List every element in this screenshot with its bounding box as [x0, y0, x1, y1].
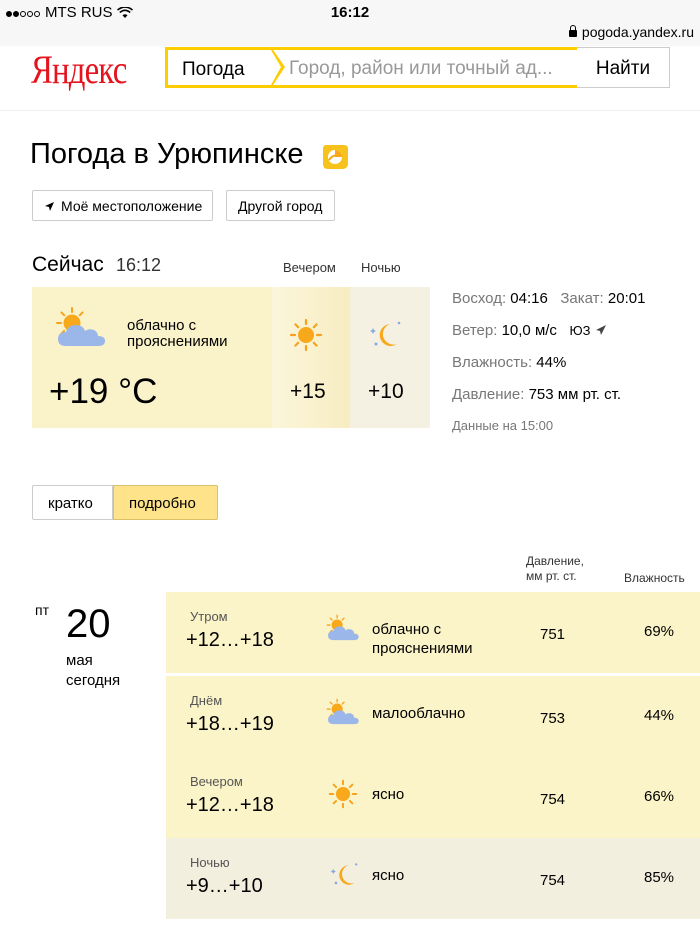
evening-card — [272, 287, 350, 428]
sun-icon — [289, 318, 323, 352]
search-service-tab[interactable]: Погода — [165, 47, 285, 88]
wind-info: Ветер: 10,0 м/с ЮЗ — [452, 322, 607, 339]
evening-temperature: +15 — [290, 380, 326, 403]
row-part-of-day: Днём — [190, 693, 223, 708]
forecast-row-morning: Утром +12…+18 облачно с прояснениями 751… — [166, 592, 700, 673]
header-divider — [0, 110, 700, 111]
wind-label: Ветер: — [452, 322, 498, 339]
forecast-row-day: Днём +18…+19 малооблачно 753 44% — [166, 676, 700, 757]
night-card — [350, 287, 430, 428]
other-city-button[interactable]: Другой город — [226, 190, 335, 221]
status-bar: MTS RUS 16:12 pogoda.yandex.ru — [0, 0, 700, 46]
row-humidity: 85% — [644, 869, 675, 886]
row-condition: облачно с прояснениями — [372, 621, 473, 657]
data-timestamp: Данные на 15:00 — [452, 418, 554, 433]
row-humidity: 66% — [644, 788, 675, 805]
pressure-header-line2: мм рт. ст. — [526, 569, 577, 583]
sunset-label: Закат: — [560, 290, 604, 307]
sunrise-label: Восход: — [452, 290, 507, 307]
address-bar[interactable]: pogoda.yandex.ru — [568, 24, 694, 40]
day-relative: сегодня — [66, 672, 121, 689]
view-detailed-button[interactable]: подробно — [113, 485, 218, 520]
moon-icon — [324, 860, 362, 890]
pressure-label: Давление: — [452, 386, 525, 403]
row-temperature: +9…+10 — [186, 875, 263, 897]
day-date: 20 — [66, 602, 111, 646]
forecast-row-evening: Вечером +12…+18 ясно 754 66% — [166, 757, 700, 838]
row-temperature: +12…+18 — [186, 629, 274, 651]
partly-cloudy-icon — [324, 698, 362, 728]
wind-direction-icon — [595, 325, 606, 335]
row-humidity: 69% — [644, 623, 675, 640]
sunset-value: 20:01 — [607, 290, 646, 307]
current-temperature: +19 °C — [49, 372, 158, 411]
sunrise-value: 04:16 — [510, 290, 548, 307]
row-condition: ясно — [372, 786, 405, 803]
humidity-column-header: Влажность — [624, 571, 685, 585]
pressure-header-line1: Давление, — [526, 554, 584, 568]
sun-icon — [324, 779, 362, 809]
row-pressure: 753 — [540, 710, 566, 727]
clock: 16:12 — [330, 4, 370, 21]
now-time: 16:12 — [116, 255, 162, 275]
search-button[interactable]: Найти — [577, 47, 670, 88]
search-input[interactable]: Город, район или точный ад... — [271, 47, 577, 88]
forecast-row-night: Ночью +9…+10 ясно 754 85% — [166, 838, 700, 919]
now-label: Сейчас — [32, 253, 104, 276]
moon-icon — [365, 318, 403, 352]
row-part-of-day: Вечером — [190, 774, 243, 789]
pressure-value: 753 мм рт. ст. — [528, 386, 621, 403]
month-name: мая — [66, 652, 93, 669]
row-temperature: +12…+18 — [186, 794, 274, 816]
wind-direction: ЮЗ — [569, 323, 591, 338]
yandex-logo[interactable]: Яндекс — [31, 46, 127, 93]
row-pressure: 754 — [540, 872, 566, 889]
view-short-button[interactable]: кратко — [32, 485, 113, 520]
partly-cloudy-icon — [324, 614, 362, 644]
page-title: Погода в Урюпинске — [30, 138, 304, 170]
my-location-label: Моё местоположение — [61, 198, 203, 214]
row-condition: ясно — [372, 867, 405, 884]
night-temperature: +10 — [368, 380, 404, 403]
url-text: pogoda.yandex.ru — [581, 24, 694, 40]
day-month: мая сегодня — [66, 651, 120, 691]
evening-label: Вечером — [283, 260, 336, 275]
row-part-of-day: Утром — [190, 609, 228, 624]
night-label: Ночью — [361, 260, 401, 275]
humidity-info: Влажность: 44% — [452, 354, 566, 371]
day-weekday: пт — [35, 602, 49, 618]
pressure-column-header: Давление, мм рт. ст. — [526, 554, 584, 584]
current-condition: облачно с прояснениями — [127, 317, 228, 350]
row-pressure: 754 — [540, 791, 566, 808]
humidity-value: 44% — [536, 354, 567, 371]
row-humidity: 44% — [644, 707, 675, 724]
partly-cloudy-icon — [52, 306, 110, 352]
row-temperature: +18…+19 — [186, 713, 274, 735]
location-arrow-icon — [45, 202, 54, 211]
row-condition: малооблачно — [372, 705, 466, 722]
my-location-button[interactable]: Моё местоположение — [32, 190, 213, 221]
row-pressure: 751 — [540, 626, 566, 643]
row-part-of-day: Ночью — [190, 855, 230, 870]
pressure-info: Давление: 753 мм рт. ст. — [452, 386, 621, 403]
humidity-label: Влажность: — [452, 354, 533, 371]
wind-value: 10,0 м/с — [501, 322, 557, 339]
weather-logo-icon — [323, 145, 348, 169]
lock-icon — [568, 24, 577, 37]
sun-times: Восход: 04:16 Закат: 20:01 — [452, 290, 645, 307]
